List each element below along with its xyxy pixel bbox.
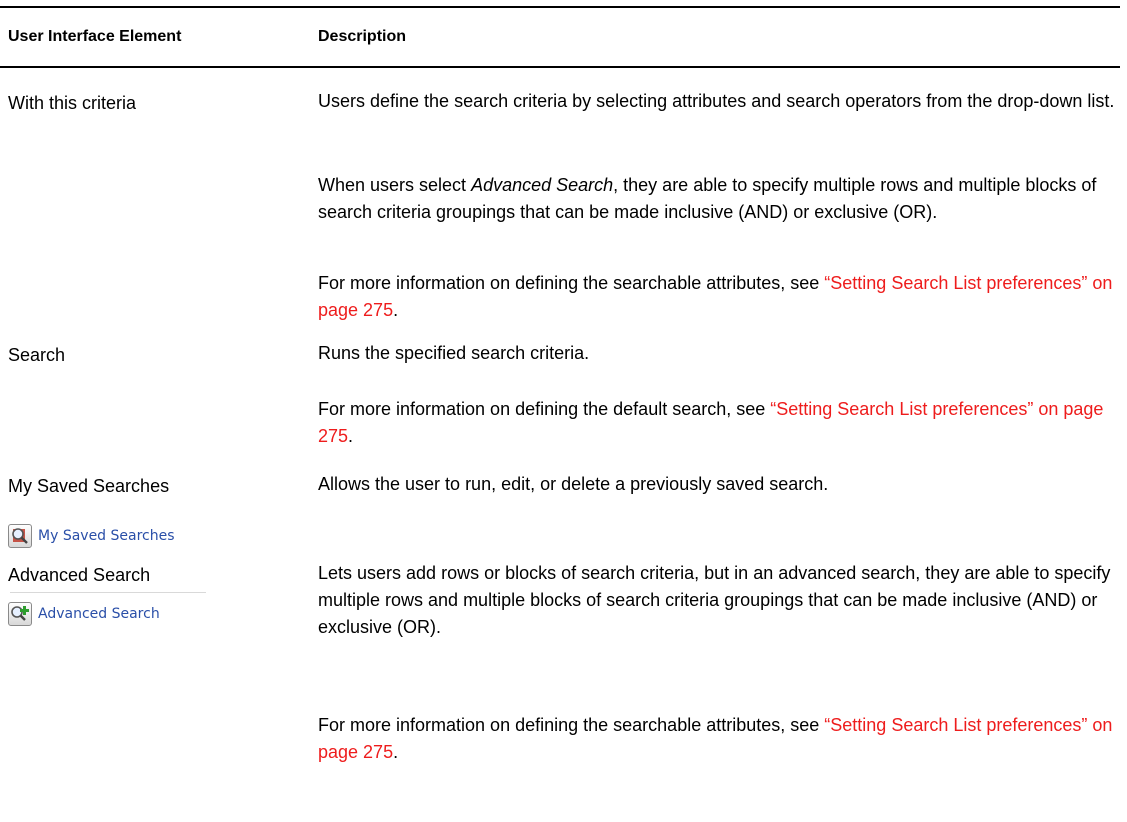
- row4-description-p1: Lets users add rows or blocks of search …: [318, 563, 1111, 637]
- row4-description-p2: For more information on defining the sea…: [318, 715, 1113, 762]
- my-saved-searches-label: My Saved Searches: [38, 528, 175, 544]
- column-header-element: User Interface Element: [8, 28, 182, 45]
- row1-description-p2: When users select Advanced Search, they …: [318, 175, 1097, 222]
- row1-description-p1: Users define the search criteria by sele…: [318, 91, 1115, 111]
- advanced-search-label: Advanced Search: [38, 606, 160, 622]
- row-element-my-saved-searches: My Saved Searches: [8, 476, 170, 496]
- row3-description-p1: Allows the user to run, edit, or delete …: [318, 474, 829, 494]
- saved-search-icon: [8, 524, 32, 548]
- column-header-description: Description: [318, 28, 407, 45]
- advanced-search-icon: [8, 602, 32, 626]
- row-element-with-this-criteria: With this criteria: [8, 93, 137, 113]
- table-top-rule: [0, 6, 1120, 8]
- screenshot-separator: [10, 592, 206, 593]
- header-rule: [0, 66, 1120, 68]
- my-saved-searches-screenshot: My Saved Searches: [8, 524, 175, 548]
- row-element-advanced-search: Advanced Search: [8, 565, 151, 585]
- row2-description-p2: For more information on defining the def…: [318, 399, 1104, 446]
- advanced-search-screenshot: Advanced Search: [8, 602, 160, 626]
- row2-description-p1: Runs the specified search criteria.: [318, 343, 590, 363]
- row1-description-p3: For more information on defining the sea…: [318, 273, 1113, 320]
- row-element-search: Search: [8, 345, 66, 365]
